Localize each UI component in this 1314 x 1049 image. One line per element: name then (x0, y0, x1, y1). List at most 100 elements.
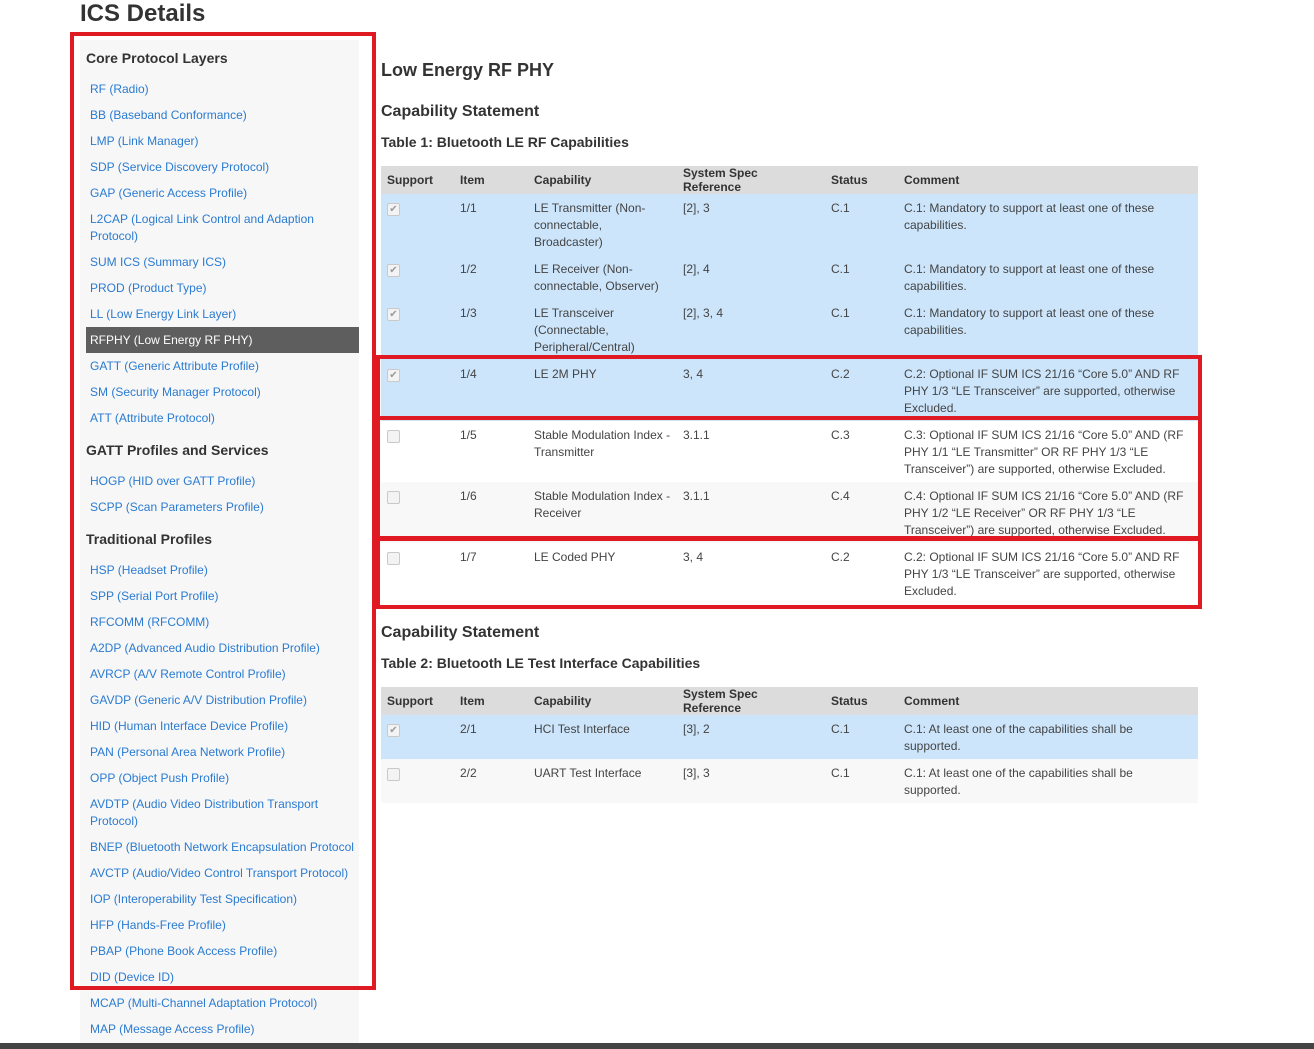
checkmark-icon: ✔ (389, 204, 398, 215)
sidebar-item-rf[interactable]: RF (Radio) (90, 81, 359, 98)
sidebar-item-sum-ics[interactable]: SUM ICS (Summary ICS) (90, 254, 359, 271)
support-checkbox[interactable] (387, 768, 400, 781)
checkmark-icon: ✔ (389, 265, 398, 276)
sidebar-item-gatt[interactable]: GATT (Generic Attribute Profile) (90, 358, 359, 375)
sidebar-item-rfphy[interactable]: RFPHY (Low Energy RF PHY) (86, 327, 359, 353)
sidebar-item-avrcp[interactable]: AVRCP (A/V Remote Control Profile) (90, 666, 359, 683)
item-cell: 1/5 (454, 421, 528, 482)
comment-cell: C.1: At least one of the capabilities sh… (898, 759, 1198, 803)
col-header-item: Item (454, 166, 528, 194)
sidebar-item-sdp[interactable]: SDP (Service Discovery Protocol) (90, 159, 359, 176)
sidebar-item-sm[interactable]: SM (Security Manager Protocol) (90, 384, 359, 401)
sidebar-item-hsp[interactable]: HSP (Headset Profile) (90, 562, 359, 579)
sidebar-item-avctp[interactable]: AVCTP (Audio/Video Control Transport Pro… (90, 865, 359, 882)
sidebar-item-rfcomm[interactable]: RFCOMM (RFCOMM) (90, 614, 359, 631)
sidebar-heading-traditional: Traditional Profiles (86, 531, 213, 547)
support-checkbox[interactable] (387, 491, 400, 504)
page-title: ICS Details (80, 0, 206, 27)
capability-cell: UART Test Interface (528, 759, 677, 803)
sidebar-item-pan[interactable]: PAN (Personal Area Network Profile) (90, 744, 359, 761)
col-header-support: Support (381, 687, 454, 715)
support-checkbox[interactable]: ✔ (387, 369, 400, 382)
col-header-comment: Comment (898, 687, 1198, 715)
col-header-spec-ref: System Spec Reference (677, 166, 825, 194)
sidebar-item-did[interactable]: DID (Device ID) (90, 969, 359, 986)
table-row: 1/6 Stable Modulation Index - Receiver 3.1… (381, 482, 1198, 543)
col-header-status: Status (825, 687, 898, 715)
sidebar-item-hogp[interactable]: HOGP (HID over GATT Profile) (90, 473, 359, 490)
sidebar-item-gap[interactable]: GAP (Generic Access Profile) (90, 185, 359, 202)
table-row: ✔ 1/1 LE Transmitter (Non-connectable, Bro… (381, 194, 1198, 255)
sidebar-item-iop[interactable]: IOP (Interoperability Test Specification… (90, 891, 359, 908)
table-row: 1/5 Stable Modulation Index - Transmitter… (381, 421, 1198, 482)
status-cell: C.4 (825, 482, 898, 543)
sidebar-item-prod[interactable]: PROD (Product Type) (90, 280, 359, 297)
col-header-capability: Capability (528, 166, 677, 194)
sidebar-nav: Core Protocol Layers RF (Radio) BB (Base… (80, 40, 359, 1049)
support-cell (381, 543, 454, 604)
col-header-comment: Comment (898, 166, 1198, 194)
sidebar-item-l2cap[interactable]: L2CAP (Logical Link Control and Adaption… (90, 211, 330, 245)
status-cell: C.1 (825, 715, 898, 759)
sidebar-item-gavdp[interactable]: GAVDP (Generic A/V Distribution Profile) (90, 692, 359, 709)
support-cell (381, 421, 454, 482)
status-cell: C.1 (825, 255, 898, 299)
sidebar-item-att[interactable]: ATT (Attribute Protocol) (90, 410, 359, 427)
sidebar-item-lmp[interactable]: LMP (Link Manager) (90, 133, 359, 150)
support-checkbox[interactable] (387, 552, 400, 565)
sidebar-item-avdtp[interactable]: AVDTP (Audio Video Distribution Transpor… (90, 796, 330, 830)
sidebar-item-mcap[interactable]: MCAP (Multi-Channel Adaptation Protocol) (90, 995, 359, 1012)
col-header-capability: Capability (528, 687, 677, 715)
support-cell: ✔ (381, 194, 454, 255)
support-cell: ✔ (381, 255, 454, 299)
support-checkbox[interactable]: ✔ (387, 203, 400, 216)
sidebar-item-a2dp[interactable]: A2DP (Advanced Audio Distribution Profil… (90, 640, 359, 657)
comment-cell: C.3: Optional IF SUM ICS 21/16 “Core 5.0… (898, 421, 1198, 482)
spec-ref-cell: 3, 4 (677, 543, 825, 604)
col-header-item: Item (454, 687, 528, 715)
table-header-row: Support Item Capability System Spec Refe… (381, 687, 1198, 715)
support-checkbox[interactable]: ✔ (387, 264, 400, 277)
sidebar-item-opp[interactable]: OPP (Object Push Profile) (90, 770, 359, 787)
status-cell: C.1 (825, 194, 898, 255)
sidebar-item-scpp[interactable]: SCPP (Scan Parameters Profile) (90, 499, 359, 516)
table-header-row: Support Item Capability System Spec Refe… (381, 166, 1198, 194)
sidebar-item-bnep[interactable]: BNEP (Bluetooth Network Encapsulation Pr… (90, 839, 359, 856)
support-checkbox[interactable] (387, 430, 400, 443)
section-title: Low Energy RF PHY (381, 60, 555, 80)
capability-statement-title: Capability Statement (381, 103, 540, 120)
sidebar-item-hid[interactable]: HID (Human Interface Device Profile) (90, 718, 359, 735)
status-cell: C.3 (825, 421, 898, 482)
capabilities-table-1: Support Item Capability System Spec Refe… (381, 166, 1198, 604)
support-checkbox[interactable]: ✔ (387, 308, 400, 321)
capability-cell: LE Transmitter (Non-connectable, Broadca… (528, 194, 677, 255)
status-cell: C.2 (825, 360, 898, 421)
support-checkbox[interactable]: ✔ (387, 724, 400, 737)
item-cell: 2/1 (454, 715, 528, 759)
table-row: ✔ 1/4 LE 2M PHY 3, 4 C.2 C.2: Optional IF SUM… (381, 360, 1198, 421)
support-cell: ✔ (381, 299, 454, 360)
capability-cell: HCI Test Interface (528, 715, 677, 759)
sidebar-item-map[interactable]: MAP (Message Access Profile) (90, 1021, 359, 1038)
capability-cell: LE 2M PHY (528, 360, 677, 421)
comment-cell: C.2: Optional IF SUM ICS 21/16 “Core 5.0… (898, 543, 1198, 604)
item-cell: 1/4 (454, 360, 528, 421)
item-cell: 1/1 (454, 194, 528, 255)
spec-ref-cell: [3], 2 (677, 715, 825, 759)
support-cell: ✔ (381, 715, 454, 759)
sidebar-item-hfp[interactable]: HFP (Hands-Free Profile) (90, 917, 359, 934)
support-cell (381, 759, 454, 803)
sidebar-item-spp[interactable]: SPP (Serial Port Profile) (90, 588, 359, 605)
sidebar-item-bb[interactable]: BB (Baseband Conformance) (90, 107, 359, 124)
capabilities-table-2: Support Item Capability System Spec Refe… (381, 687, 1198, 803)
sidebar-item-ll[interactable]: LL (Low Energy Link Layer) (90, 306, 359, 323)
comment-cell: C.4: Optional IF SUM ICS 21/16 “Core 5.0… (898, 482, 1198, 543)
item-cell: 1/2 (454, 255, 528, 299)
status-cell: C.2 (825, 543, 898, 604)
table-title-2: Table 2: Bluetooth LE Test Interface Cap… (381, 655, 701, 671)
checkmark-icon: ✔ (389, 370, 398, 381)
horizontal-scrollbar[interactable] (0, 1043, 1314, 1049)
sidebar-item-pbap[interactable]: PBAP (Phone Book Access Profile) (90, 943, 359, 960)
spec-ref-cell: [2], 3 (677, 194, 825, 255)
capability-cell: LE Coded PHY (528, 543, 677, 604)
